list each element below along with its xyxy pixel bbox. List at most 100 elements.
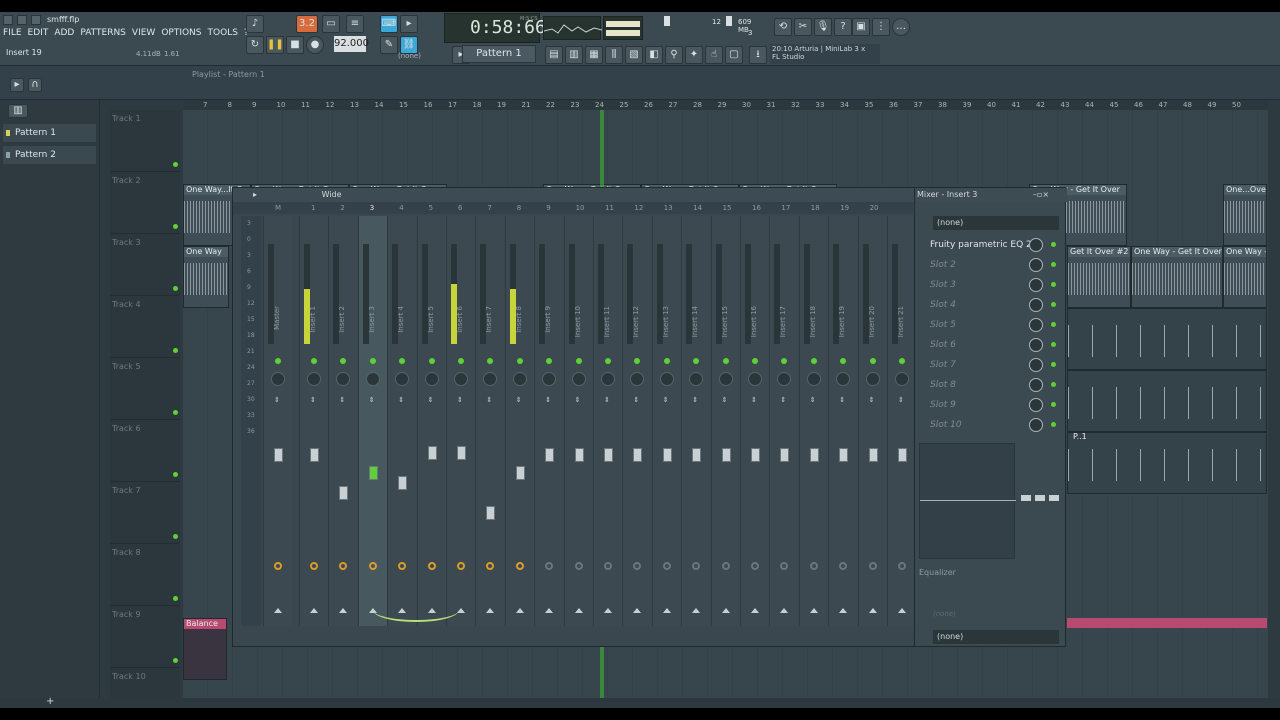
- mixer-strip-insert-4[interactable]: Insert 4 ⇕: [387, 216, 417, 626]
- fx-slot-3[interactable]: Slot 3: [919, 276, 1059, 294]
- pan-knob[interactable]: [542, 372, 557, 386]
- route-arrow-icon[interactable]: [692, 608, 701, 613]
- pan-knob[interactable]: [630, 372, 645, 386]
- stereo-icon[interactable]: ⇕: [898, 396, 904, 404]
- track-header[interactable]: Track 5: [110, 358, 180, 420]
- pan-knob[interactable]: [336, 372, 351, 386]
- mixer-strip-insert-19[interactable]: Insert 19 ⇕: [828, 216, 858, 626]
- pan-knob[interactable]: [307, 372, 321, 386]
- slot-enable-led[interactable]: [1051, 422, 1056, 427]
- record-arm-icon[interactable]: [427, 562, 436, 570]
- mix-knob[interactable]: [1029, 338, 1043, 352]
- menu-edit[interactable]: EDIT: [25, 28, 52, 42]
- strip-enable-led[interactable]: [810, 358, 817, 364]
- snap-selector[interactable]: (none): [398, 52, 421, 60]
- volume-fader[interactable]: [310, 448, 319, 462]
- cut-icon[interactable]: ✂: [794, 18, 812, 36]
- eq-fader-1[interactable]: [1021, 495, 1031, 501]
- pan-knob[interactable]: [483, 372, 498, 386]
- fx-slot-2[interactable]: Slot 2: [919, 256, 1059, 274]
- track-header[interactable]: Track 2: [110, 172, 180, 234]
- volume-fader[interactable]: [457, 446, 466, 460]
- volume-fader[interactable]: [398, 476, 408, 490]
- stereo-icon[interactable]: ⇕: [751, 396, 757, 404]
- volume-fader[interactable]: [692, 448, 702, 462]
- mixer-strip-insert-11[interactable]: Insert 11 ⇕: [593, 216, 622, 626]
- metronome-icon[interactable]: ♪: [246, 15, 264, 33]
- volume-fader[interactable]: [633, 448, 643, 462]
- record-arm-icon[interactable]: [868, 562, 877, 570]
- strip-enable-led[interactable]: [634, 358, 641, 364]
- record-arm-icon[interactable]: [809, 562, 818, 570]
- pan-knob[interactable]: [454, 372, 468, 386]
- route-arrow-icon[interactable]: [898, 608, 906, 613]
- strip-enable-led[interactable]: [340, 358, 347, 364]
- mix-knob[interactable]: [1029, 398, 1043, 412]
- record-arm-icon[interactable]: [486, 562, 495, 570]
- record-arm-icon[interactable]: [368, 562, 377, 570]
- playlist-menu-icon[interactable]: ▸: [10, 78, 24, 92]
- fx-slot-1[interactable]: Fruity parametric EQ 2: [919, 236, 1059, 254]
- record-arm-icon[interactable]: [604, 562, 612, 570]
- route-arrow-icon[interactable]: [339, 608, 348, 613]
- route-arrow-icon[interactable]: [633, 608, 642, 613]
- fx-slot-9[interactable]: Slot 9: [919, 396, 1059, 414]
- route-arrow-icon[interactable]: [545, 608, 554, 613]
- strip-enable-led[interactable]: [369, 358, 376, 364]
- window-min-button[interactable]: [3, 15, 13, 25]
- mix-knob[interactable]: [1029, 378, 1043, 392]
- pan-knob[interactable]: [424, 372, 439, 386]
- record-arm-icon[interactable]: [839, 562, 848, 570]
- track-led-icon[interactable]: [173, 224, 178, 229]
- mixer-strip-insert-6[interactable]: Insert 6 ⇕: [446, 216, 475, 626]
- stereo-icon[interactable]: ⇕: [839, 396, 845, 404]
- stereo-icon[interactable]: ⇕: [810, 396, 816, 404]
- pan-knob[interactable]: [271, 372, 285, 386]
- record-arm-icon[interactable]: [898, 562, 906, 570]
- record-arm-icon[interactable]: [574, 562, 583, 570]
- stereo-icon[interactable]: ⇕: [457, 396, 463, 404]
- route-arrow-icon[interactable]: [868, 608, 877, 613]
- pan-knob[interactable]: [895, 372, 909, 386]
- input-selector[interactable]: (none): [933, 216, 1059, 230]
- mix-knob[interactable]: [1029, 298, 1043, 312]
- record-arm-icon[interactable]: [339, 562, 348, 570]
- slot-enable-led[interactable]: [1051, 382, 1056, 387]
- pattern-clip[interactable]: [1067, 308, 1267, 370]
- stereo-icon[interactable]: ⇕: [692, 396, 698, 404]
- strip-enable-led[interactable]: [575, 358, 582, 364]
- mixer-strip-insert-17[interactable]: Insert 17 ⇕: [769, 216, 799, 626]
- slot-enable-led[interactable]: [1051, 262, 1056, 267]
- slot-enable-led[interactable]: [1051, 342, 1056, 347]
- track-header[interactable]: Track 6: [110, 420, 180, 482]
- magnet-icon[interactable]: ∩: [28, 78, 42, 92]
- mixer-icon[interactable]: ⋮: [872, 18, 890, 36]
- record-button[interactable]: ●: [306, 36, 324, 54]
- automation-clip[interactable]: Balance: [183, 618, 227, 680]
- strip-enable-led[interactable]: [899, 358, 905, 364]
- mixer-view-label[interactable]: Wide: [322, 190, 342, 199]
- record-arm-icon[interactable]: [398, 562, 407, 570]
- track-header[interactable]: Track 7: [110, 482, 180, 544]
- pan-knob[interactable]: [512, 372, 527, 386]
- track-led-icon[interactable]: [173, 534, 178, 539]
- mixer-strip-insert-16[interactable]: Insert 16 ⇕: [740, 216, 769, 626]
- track-led-icon[interactable]: [173, 472, 178, 477]
- mixer-strip-insert-8[interactable]: Insert 8 ⇕: [504, 216, 534, 626]
- track-led-icon[interactable]: [173, 348, 178, 353]
- menu-file[interactable]: FILE: [0, 28, 25, 42]
- record-arm-icon[interactable]: [692, 562, 701, 570]
- pattern-clip[interactable]: [1067, 370, 1267, 432]
- mixer-strip-insert-21[interactable]: Insert 21 ⇕: [887, 216, 916, 626]
- track-header[interactable]: Track 9: [110, 606, 180, 668]
- stereo-icon[interactable]: ⇕: [869, 396, 875, 404]
- menu-view[interactable]: VIEW: [129, 28, 158, 42]
- timeline-ruler[interactable]: 7 8 9 10 11 12 13 14 15 16 17 18 19 21 22 23 24 25 26 27 28 2…: [183, 100, 1268, 110]
- pan-knob[interactable]: [748, 372, 762, 386]
- volume-fader[interactable]: [545, 448, 555, 462]
- mixer-view-icon[interactable]: ▸: [253, 190, 257, 199]
- stereo-icon[interactable]: ⇕: [663, 396, 669, 404]
- picker-toggle-icon[interactable]: ▥: [8, 104, 28, 118]
- pause-button[interactable]: ❚❚: [266, 36, 284, 54]
- tempo-display[interactable]: 92.000: [334, 36, 369, 52]
